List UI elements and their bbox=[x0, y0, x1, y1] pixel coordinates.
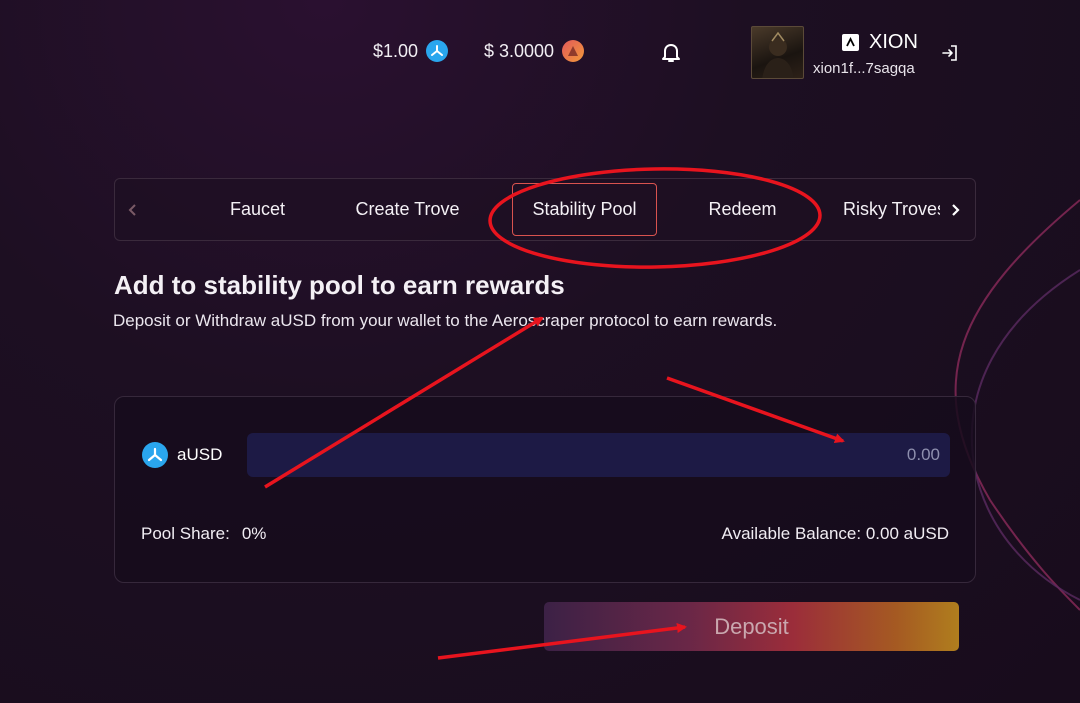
wallet-chain: XION bbox=[842, 31, 918, 54]
tab-faucet[interactable]: Faucet bbox=[215, 183, 300, 236]
arch-price: $ 3.0000 bbox=[484, 40, 585, 62]
stability-pool-card: aUSD Pool Share: 0% Available Balance: 0.… bbox=[114, 396, 976, 583]
pool-share: Pool Share: 0% bbox=[141, 524, 266, 544]
tab-stability-pool[interactable]: Stability Pool bbox=[512, 183, 657, 236]
tab-redeem[interactable]: Redeem bbox=[695, 183, 790, 236]
arch-coin-icon bbox=[562, 40, 585, 62]
bell-icon[interactable] bbox=[659, 40, 683, 64]
token-label: aUSD bbox=[177, 445, 223, 464]
wallet-address[interactable]: xion1f...7sagqa bbox=[813, 60, 915, 77]
ausd-coin-icon bbox=[142, 442, 168, 468]
arch-price-value: $ 3.0000 bbox=[484, 40, 555, 61]
ausd-price: $1.00 bbox=[373, 40, 449, 62]
deposit-button[interactable]: Deposit bbox=[544, 602, 959, 651]
logout-icon[interactable] bbox=[940, 43, 960, 63]
avatar[interactable] bbox=[751, 26, 804, 79]
pool-share-label: Pool Share: bbox=[141, 524, 230, 543]
page-subtitle: Deposit or Withdraw aUSD from your walle… bbox=[113, 311, 778, 330]
tab-create-trove[interactable]: Create Trove bbox=[345, 183, 470, 236]
xion-logo-icon bbox=[842, 34, 859, 51]
token-selector: aUSD bbox=[142, 442, 222, 468]
top-bar: $1.00 $ 3.0000 XION xion1f...7sagqa bbox=[0, 0, 1080, 110]
page-title: Add to stability pool to earn rewards bbox=[114, 270, 565, 300]
ausd-coin-icon bbox=[426, 40, 449, 62]
tab-risky-troves[interactable]: Risky Troves bbox=[843, 183, 940, 236]
chain-name: XION bbox=[869, 31, 918, 53]
tab-bar: Faucet Create Trove Stability Pool Redee… bbox=[114, 178, 976, 241]
chevron-right-icon[interactable] bbox=[945, 199, 965, 221]
chevron-left-icon[interactable] bbox=[123, 199, 143, 221]
available-balance: Available Balance: 0.00 aUSD bbox=[721, 524, 949, 543]
pool-share-value: 0% bbox=[241, 524, 267, 543]
amount-input[interactable] bbox=[247, 433, 950, 477]
ausd-price-value: $1.00 bbox=[373, 40, 419, 61]
